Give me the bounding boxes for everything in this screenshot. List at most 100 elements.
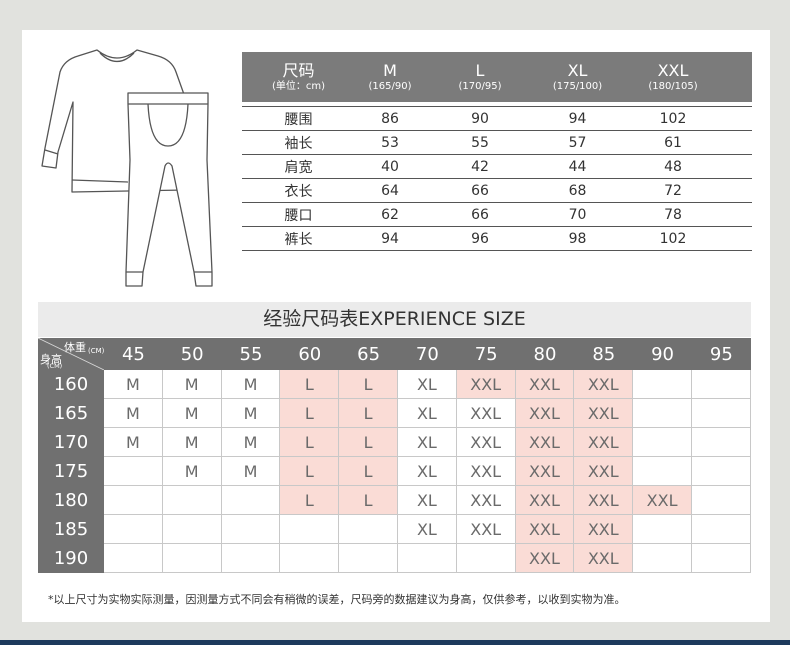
row-spacer bbox=[726, 179, 752, 202]
measurement-value: 70 bbox=[568, 206, 587, 223]
height-row-label: 170 bbox=[38, 428, 104, 457]
recommended-size-cell: XXL bbox=[633, 486, 692, 515]
measurement-value: 57 bbox=[568, 134, 587, 151]
experience-size-chart: 经验尺码表EXPERIENCE SIZE 体重 (CM) 身高 (CM) 45 5… bbox=[38, 302, 751, 573]
weight-header-cell: 60 bbox=[280, 338, 340, 370]
recommended-size-cell: L bbox=[280, 370, 340, 399]
recommended-size-cell: M bbox=[104, 428, 163, 457]
recommended-size-cell: L bbox=[280, 457, 340, 486]
experience-title: 经验尺码表EXPERIENCE SIZE bbox=[38, 302, 751, 337]
recommended-size-cell: XXL bbox=[515, 486, 575, 515]
measurement-value: 72 bbox=[664, 182, 682, 199]
measurement-value: 68 bbox=[568, 182, 587, 199]
measurement-label: 腰口 bbox=[284, 207, 313, 224]
corner-header-cell: 体重 (CM) 身高 (CM) bbox=[38, 338, 104, 370]
recommended-size-cell: XXL bbox=[456, 399, 516, 428]
empty-size-cell bbox=[221, 544, 281, 573]
size-header-xxl: XXL (180/105) bbox=[620, 52, 726, 102]
empty-size-cell bbox=[691, 399, 751, 428]
empty-size-cell bbox=[280, 515, 340, 544]
recommended-size-cell: XXL bbox=[515, 457, 575, 486]
height-row-label: 160 bbox=[38, 370, 104, 399]
weight-header-cell: 75 bbox=[456, 338, 516, 370]
height-row-label: 190 bbox=[38, 544, 104, 573]
recommended-size-cell: L bbox=[339, 486, 398, 515]
recommended-size-cell: M bbox=[162, 370, 222, 399]
recommended-size-cell: XXL bbox=[456, 486, 516, 515]
measurement-label: 裤长 bbox=[284, 231, 313, 248]
empty-size-cell bbox=[633, 428, 692, 457]
height-row-label: 185 bbox=[38, 515, 104, 544]
measurement-value: 42 bbox=[471, 158, 489, 175]
measurement-value: 66 bbox=[471, 182, 489, 199]
recommended-size-cell: L bbox=[280, 399, 340, 428]
recommended-size-cell: L bbox=[339, 428, 398, 457]
empty-size-cell bbox=[633, 399, 692, 428]
empty-size-cell bbox=[633, 544, 692, 573]
recommended-size-cell: XXL bbox=[574, 399, 634, 428]
measurement-value: 48 bbox=[664, 158, 682, 175]
bottom-accent-stripe bbox=[0, 640, 790, 645]
recommended-size-cell: XXL bbox=[574, 457, 634, 486]
empty-size-cell bbox=[339, 515, 398, 544]
row-spacer bbox=[726, 107, 752, 130]
recommended-size-cell: XXL bbox=[456, 370, 516, 399]
row-spacer bbox=[726, 203, 752, 226]
empty-size-cell bbox=[221, 486, 281, 515]
size-spec: (170/95) bbox=[458, 80, 502, 92]
empty-size-cell bbox=[691, 486, 751, 515]
footnote: *以上尺寸为实物实际测量，因测量方式不同会有稍微的误差，尺码旁的数据建议为身高，… bbox=[48, 593, 626, 606]
recommended-size-cell: XXL bbox=[515, 515, 575, 544]
measurement-value: 102 bbox=[659, 230, 687, 247]
size-measurement-table: 尺码 (单位：cm) M (165/90) L (170/95) XL (175/100)… bbox=[242, 52, 752, 251]
recommended-size-cell: M bbox=[162, 399, 222, 428]
recommended-size-cell: L bbox=[339, 370, 398, 399]
empty-size-cell bbox=[456, 544, 516, 573]
measurement-value: 62 bbox=[381, 206, 399, 223]
height-row-label: 165 bbox=[38, 399, 104, 428]
recommended-size-cell: M bbox=[162, 428, 222, 457]
empty-size-cell bbox=[280, 544, 340, 573]
recommended-size-cell: XL bbox=[397, 399, 457, 428]
empty-size-cell bbox=[633, 515, 692, 544]
height-axis-unit: (CM) bbox=[47, 362, 63, 370]
size-spec: (180/105) bbox=[648, 80, 698, 92]
weight-header-cell: 70 bbox=[397, 338, 457, 370]
empty-size-cell bbox=[104, 457, 163, 486]
weight-header-cell: 80 bbox=[515, 338, 575, 370]
recommended-size-cell: XXL bbox=[574, 370, 634, 399]
weight-header-cell: 95 bbox=[691, 338, 751, 370]
weight-header-cell: 85 bbox=[574, 338, 634, 370]
weight-header-cell: 65 bbox=[339, 338, 398, 370]
recommended-size-cell: XXL bbox=[515, 544, 575, 573]
height-row-label: 180 bbox=[38, 486, 104, 515]
measurement-value: 94 bbox=[568, 110, 587, 127]
size-header-m: M (165/90) bbox=[355, 52, 425, 102]
measurement-row: 裤长 94 96 98 102 bbox=[242, 227, 752, 251]
empty-size-cell bbox=[691, 457, 751, 486]
weight-axis-label: 体重 bbox=[64, 341, 86, 354]
size-name: L bbox=[475, 60, 485, 80]
weight-header-cell: 55 bbox=[221, 338, 281, 370]
size-name: XL bbox=[567, 60, 588, 80]
measurement-value: 98 bbox=[568, 230, 587, 247]
measurement-value: 102 bbox=[659, 110, 687, 127]
measurement-row: 衣长 64 66 68 72 bbox=[242, 179, 752, 203]
empty-size-cell bbox=[104, 486, 163, 515]
recommended-size-cell: M bbox=[221, 399, 281, 428]
size-table-header: 尺码 (单位：cm) M (165/90) L (170/95) XL (175/100)… bbox=[242, 52, 752, 102]
header-spacer bbox=[726, 52, 752, 102]
measurement-value: 44 bbox=[568, 158, 587, 175]
empty-size-cell bbox=[633, 370, 692, 399]
recommended-size-cell: XXL bbox=[456, 515, 516, 544]
measurement-label: 肩宽 bbox=[284, 159, 313, 176]
measurement-value: 96 bbox=[471, 230, 489, 247]
measurement-label: 袖长 bbox=[284, 135, 313, 152]
recommended-size-cell: M bbox=[104, 399, 163, 428]
empty-size-cell bbox=[691, 515, 751, 544]
empty-size-cell bbox=[162, 515, 222, 544]
empty-size-cell bbox=[397, 544, 457, 573]
weight-header-cell: 90 bbox=[633, 338, 692, 370]
empty-size-cell bbox=[691, 544, 751, 573]
weight-header-cell: 50 bbox=[162, 338, 222, 370]
